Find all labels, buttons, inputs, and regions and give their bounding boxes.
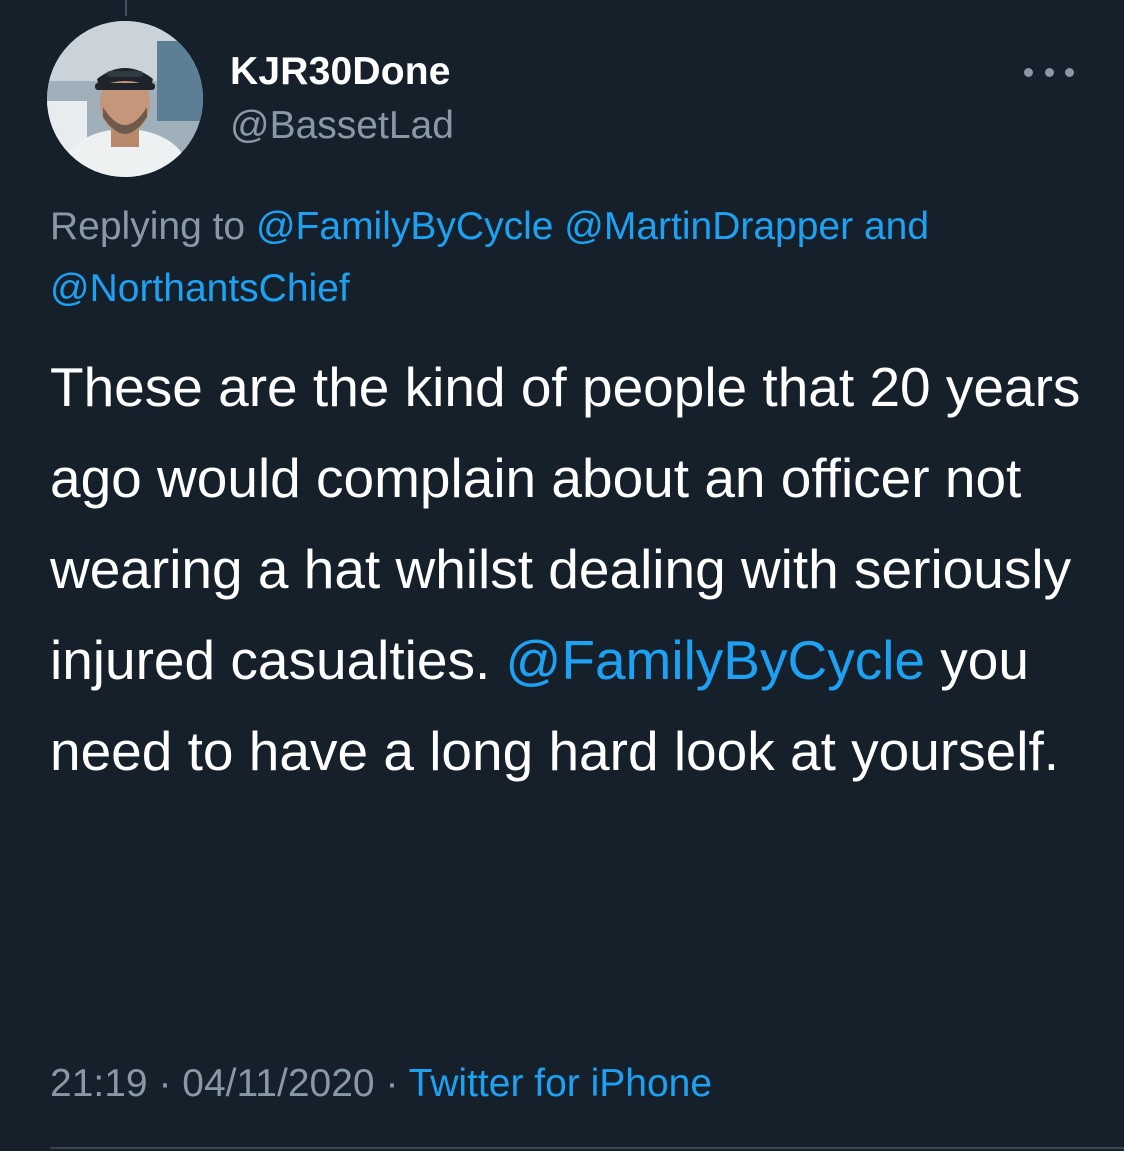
replying-to: Replying to @FamilyByCycle @MartinDrappe…	[50, 196, 1100, 320]
more-options-button[interactable]	[1024, 60, 1074, 84]
tweet-date[interactable]: 04/11/2020	[182, 1062, 374, 1105]
reply-mention-conjunction[interactable]: and	[864, 205, 929, 248]
profile-photo	[47, 21, 203, 177]
more-horizontal-icon-dot	[1065, 67, 1074, 77]
more-horizontal-icon	[1024, 67, 1033, 77]
reply-mention-link[interactable]: @MartinDrapper	[564, 205, 853, 248]
meta-separator: ·	[385, 1062, 399, 1105]
replying-to-label: Replying to	[50, 205, 246, 248]
divider	[50, 1147, 1124, 1149]
tweet-source-link[interactable]: Twitter for iPhone	[409, 1062, 712, 1105]
reply-mention-link[interactable]: @FamilyByCycle	[256, 205, 553, 248]
reply-mention-link[interactable]: @NorthantsChief	[50, 267, 350, 310]
tweet-time[interactable]: 21:19	[50, 1062, 148, 1105]
tweet-text: These are the kind of people that 20 yea…	[50, 342, 1110, 797]
meta-separator: ·	[158, 1062, 172, 1105]
thread-connector-line	[125, 0, 127, 16]
more-horizontal-icon-dot	[1044, 67, 1054, 77]
tweet-metadata: 21:19 · 04/11/2020 · Twitter for iPhone	[50, 1058, 712, 1110]
avatar[interactable]	[47, 21, 203, 177]
author-handle[interactable]: @BassetLad	[230, 102, 454, 150]
tweet-mention-link[interactable]: @FamilyByCycle	[506, 629, 925, 691]
author-display-name[interactable]: KJR30Done	[230, 48, 451, 96]
